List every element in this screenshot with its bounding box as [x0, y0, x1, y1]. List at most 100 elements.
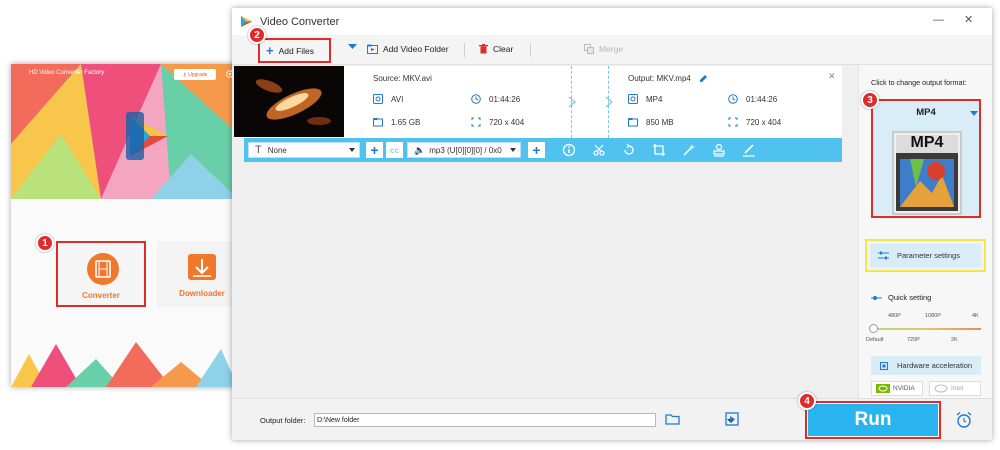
format-icon [628, 94, 638, 104]
step-marker-3: 3 [861, 91, 879, 109]
clear-label: Clear [493, 44, 514, 54]
minimize-button[interactable]: — [933, 15, 945, 27]
chevron-down-icon [970, 111, 978, 116]
audio-track-select[interactable]: 🔈 mp3 (U[0][0][0] / 0x0 [407, 142, 521, 158]
output-format: MP4 [628, 94, 662, 104]
step-marker-1: 1 [36, 234, 54, 252]
step-marker-2: 2 [248, 26, 266, 44]
merge-button[interactable]: Merge [584, 44, 623, 54]
watermark-stamp-icon[interactable] [712, 143, 726, 157]
step-marker-4: 4 [798, 392, 816, 410]
remove-file-button[interactable]: ✕ [828, 71, 836, 82]
clock-icon [471, 94, 481, 104]
file-row[interactable]: Source: MKV.avi AVI 1.65 GB 01:44:26 720… [234, 66, 842, 138]
key-icon: ⚷ [182, 71, 187, 78]
upgrade-label: Upgrade [188, 71, 208, 78]
file-list-area: Source: MKV.avi AVI 1.65 GB 01:44:26 720… [232, 65, 858, 398]
output-size-value: 850 MB [646, 117, 674, 127]
launcher-logo-icon [126, 112, 168, 160]
toolbar: + Add Files Add Video Folder Clear Merge [232, 35, 992, 65]
output-format-panel: Click to change output format: MP4 MP4 P… [858, 65, 992, 398]
quick-setting-track[interactable] [873, 328, 981, 330]
effects-wand-icon[interactable] [682, 143, 696, 157]
change-format-hint: Click to change output format: [871, 78, 967, 87]
crop-icon[interactable] [652, 143, 666, 157]
nvidia-option[interactable]: NVIDIA [871, 381, 923, 396]
slider-icon [871, 295, 882, 300]
quick-label-480p: 480P [888, 313, 901, 319]
parameter-settings-button[interactable]: Parameter settings [865, 239, 986, 272]
output-filename-value: Output: MKV.mp4 [628, 74, 691, 83]
bottom-bar: Output folder: D:\New folder Run [232, 398, 992, 440]
hardware-acceleration-button[interactable]: Hardware acceleration [871, 356, 981, 375]
output-duration: 01:44:26 [728, 94, 777, 104]
quick-label-2k: 2K [951, 337, 958, 343]
merge-label: Merge [599, 44, 624, 54]
output-format-name: MP4 [916, 107, 936, 118]
add-video-folder-label: Add Video Folder [383, 44, 449, 54]
run-button[interactable]: Run [805, 401, 941, 439]
subtitle-value: None [267, 145, 287, 155]
edit-pen-icon[interactable] [742, 143, 756, 157]
quick-setting-header: Quick setting [871, 293, 931, 302]
clear-button[interactable]: Clear [479, 44, 513, 54]
add-subtitle-button[interactable]: + [366, 142, 383, 158]
source-size-value: 1.65 GB [391, 117, 421, 127]
subtitle-select[interactable]: T None [248, 142, 360, 158]
chip-icon [880, 361, 888, 370]
open-folder-icon[interactable] [665, 411, 681, 427]
add-audio-button[interactable]: + [528, 142, 545, 158]
intel-logo-icon [934, 384, 948, 393]
output-format-value: MP4 [646, 94, 663, 104]
edit-pencil-icon[interactable] [699, 74, 708, 83]
chevron-down-icon [349, 148, 355, 152]
launcher-window: HD Video Converter Factory ⚷ Upgrade Conv… [11, 64, 238, 387]
intel-label: Intel [951, 385, 964, 392]
chevron-down-icon [510, 148, 516, 152]
downloader-tile[interactable]: Downloader [157, 241, 238, 307]
source-duration: 01:44:26 [471, 94, 520, 104]
output-folder-field[interactable]: D:\New folder [314, 413, 735, 427]
alarm-clock-icon[interactable] [955, 411, 973, 429]
add-files-button[interactable]: + Add Files [258, 38, 331, 63]
close-button[interactable]: ✕ [964, 15, 976, 27]
chevron-down-icon [348, 44, 357, 49]
folder-video-icon [367, 44, 378, 54]
output-folder-value: D:\New folder [317, 416, 360, 424]
clock-icon [728, 94, 738, 104]
speaker-icon: 🔈 [414, 144, 426, 155]
folder-icon [373, 118, 383, 127]
scissors-icon[interactable] [592, 143, 606, 157]
quick-label-default: Default [866, 337, 884, 343]
add-files-dropdown[interactable] [348, 44, 357, 50]
converter-tile[interactable]: Converter [56, 241, 146, 307]
app-logo-icon [241, 16, 252, 27]
run-label: Run [808, 404, 938, 436]
add-video-folder-button[interactable]: Add Video Folder [367, 44, 449, 54]
chevron-right-icon [568, 96, 576, 108]
add-files-label: Add Files [278, 45, 315, 56]
trash-icon [479, 44, 488, 54]
plus-icon: + [266, 42, 274, 58]
quick-label-720p: 720P [907, 337, 920, 343]
folder-icon [628, 118, 638, 127]
parameter-settings-inner: Parameter settings [870, 244, 981, 267]
output-duration-value: 01:44:26 [746, 94, 778, 104]
cc-icon[interactable]: cc [386, 142, 403, 158]
quick-label-1080p: 1080P [925, 313, 941, 319]
parameter-settings-label: Parameter settings [897, 251, 960, 260]
converter-label: Converter [82, 291, 120, 300]
output-filename[interactable]: Output: MKV.mp4 [628, 74, 708, 83]
info-icon[interactable] [562, 143, 576, 157]
output-preview-icon[interactable] [724, 411, 740, 427]
upgrade-button[interactable]: ⚷ Upgrade [174, 69, 216, 80]
intel-option[interactable]: Intel [929, 381, 981, 396]
quick-setting-handle[interactable] [869, 324, 878, 333]
source-format: AVI [373, 94, 403, 104]
source-resolution: 720 x 404 [471, 117, 524, 127]
video-converter-window: Video Converter — ✕ + Add Files Add Vide… [232, 8, 992, 440]
format-icon [373, 94, 383, 104]
output-format-selector[interactable]: MP4 MP4 [871, 99, 981, 218]
sliders-icon [878, 251, 889, 260]
rotate-icon[interactable] [622, 143, 636, 157]
